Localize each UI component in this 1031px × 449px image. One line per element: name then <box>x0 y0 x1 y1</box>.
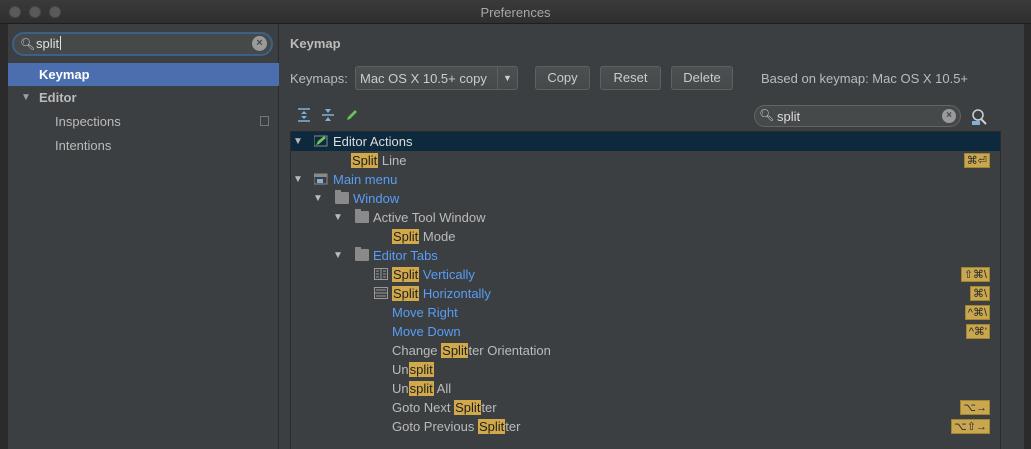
tree-row-label: Move Down <box>392 324 461 339</box>
clear-filter-icon[interactable]: × <box>942 109 956 123</box>
keymap-actions-tree[interactable]: ▼ Editor Actions Split Line ⌘⏎ ▼ Main me… <box>290 131 1001 449</box>
tree-row-label: Goto Previous Splitter <box>392 419 521 434</box>
search-icon: 🔍︎ <box>759 108 775 122</box>
tree-row-label: Editor Tabs <box>373 248 438 263</box>
keymap-select[interactable]: Mac OS X 10.5+ copy ▼ <box>355 66 518 90</box>
shortcut-badge: ⌥→ <box>960 400 990 415</box>
folder-icon <box>335 190 349 204</box>
tree-row-label: Main menu <box>333 172 398 187</box>
tree-row-label: Active Tool Window <box>373 210 486 225</box>
tree-row-change-splitter-orientation[interactable]: Change Splitter Orientation <box>291 341 1000 360</box>
split-vertically-icon <box>374 268 388 280</box>
tree-row-label: Move Right <box>392 305 458 320</box>
tree-row-label: Split Line <box>351 153 407 168</box>
tree-row-label: Unsplit All <box>392 381 452 396</box>
reset-button[interactable]: Reset <box>600 66 661 90</box>
search-icon: 🔍︎ <box>20 37 36 51</box>
tree-row-unsplit[interactable]: Unsplit <box>291 360 1000 379</box>
tree-row-label: Unsplit <box>392 362 434 377</box>
tree-row-split-line[interactable]: Split Line ⌘⏎ <box>291 151 1000 170</box>
tree-row-label: Goto Next Splitter <box>392 400 497 415</box>
tree-row-goto-next-splitter[interactable]: Goto Next Splitter ⌥→ <box>291 398 1000 417</box>
collapse-arrow-icon[interactable]: ▼ <box>333 246 343 265</box>
sidebar-item-keymap[interactable]: Keymap <box>8 63 279 86</box>
sidebar-item-label: Keymap <box>39 67 90 82</box>
collapse-arrow-icon[interactable]: ▼ <box>333 208 343 227</box>
menu-icon <box>314 173 328 185</box>
page-title: Keymap <box>290 36 341 51</box>
sidebar-item-inspections[interactable]: Inspections <box>8 110 279 133</box>
keymap-filter-input[interactable]: split <box>777 109 800 124</box>
settings-sidebar: 🔍︎ split × Keymap ▼ Editor Inspections I… <box>0 24 279 449</box>
tree-row-label: Window <box>353 191 400 206</box>
settings-search-field[interactable]: 🔍︎ split × <box>12 32 273 56</box>
edit-shortcut-icon[interactable] <box>344 107 360 123</box>
find-by-shortcut-icon[interactable] <box>970 108 988 126</box>
tree-row-active-tool-window[interactable]: ▼ Active Tool Window <box>291 208 1000 227</box>
sidebar-item-label: Inspections <box>55 114 121 129</box>
sidebar-item-label: Editor <box>39 90 77 105</box>
tree-row-label: Editor Actions <box>333 134 413 149</box>
tree-row-label: Split Horizontally <box>392 286 491 301</box>
tree-row-main-menu[interactable]: ▼ Main menu <box>291 170 1000 189</box>
shortcut-badge: ^⌘' <box>965 324 990 339</box>
based-on-label: Based on keymap: Mac OS X 10.5+ <box>761 71 969 86</box>
keymaps-label: Keymaps: <box>290 71 348 86</box>
window-edge <box>1024 24 1031 449</box>
shortcut-badge: ⌘⏎ <box>963 153 990 168</box>
collapse-arrow-icon[interactable]: ▼ <box>293 132 303 151</box>
sidebar-item-editor[interactable]: ▼ Editor <box>8 86 279 109</box>
tree-row-label: Change Splitter Orientation <box>392 343 551 358</box>
collapse-all-icon[interactable] <box>320 107 336 123</box>
tree-row-goto-previous-splitter[interactable]: Goto Previous Splitter ⌥⇧→ <box>291 417 1000 436</box>
shortcut-badge: ⇧⌘\ <box>960 267 990 282</box>
sidebar-item-label: Intentions <box>55 138 112 153</box>
tree-row-window[interactable]: ▼ Window <box>291 189 1000 208</box>
folder-icon <box>355 209 369 223</box>
tree-row-split-vertically[interactable]: Split Vertically ⇧⌘\ <box>291 265 1000 284</box>
expand-all-icon[interactable] <box>296 107 312 123</box>
tree-row-editor-actions[interactable]: ▼ Editor Actions <box>291 132 1000 151</box>
tree-row-split-horizontally[interactable]: Split Horizontally ⌘\ <box>291 284 1000 303</box>
shortcut-badge: ^⌘\ <box>964 305 990 320</box>
tree-row-editor-tabs[interactable]: ▼ Editor Tabs <box>291 246 1000 265</box>
window-titlebar: Preferences <box>0 0 1031 24</box>
tree-row-unsplit-all[interactable]: Unsplit All <box>291 379 1000 398</box>
window-edge <box>0 24 8 449</box>
sidebar-item-intentions[interactable]: Intentions <box>8 134 279 157</box>
chevron-down-icon[interactable]: ▼ <box>497 67 517 89</box>
tree-row-label: Split Mode <box>392 229 456 244</box>
expand-arrow-icon[interactable]: ▼ <box>21 86 31 109</box>
copy-button[interactable]: Copy <box>535 66 590 90</box>
collapse-arrow-icon[interactable]: ▼ <box>293 170 303 189</box>
project-settings-icon <box>260 116 269 126</box>
collapse-arrow-icon[interactable]: ▼ <box>313 189 323 208</box>
folder-icon <box>355 247 369 261</box>
editor-actions-icon <box>314 135 328 147</box>
keymap-panel: Keymap Keymaps: Mac OS X 10.5+ copy ▼ Co… <box>280 24 1031 449</box>
split-horizontally-icon <box>374 287 388 299</box>
delete-button[interactable]: Delete <box>671 66 733 90</box>
tree-row-label: Split Vertically <box>392 267 475 282</box>
tree-row-move-down[interactable]: Move Down ^⌘' <box>291 322 1000 341</box>
clear-search-icon[interactable]: × <box>252 36 267 51</box>
keymap-select-value: Mac OS X 10.5+ copy <box>360 71 487 86</box>
settings-search-input[interactable]: split <box>36 36 61 51</box>
shortcut-badge: ⌘\ <box>969 286 990 301</box>
keymap-filter-field[interactable]: 🔍︎ split × <box>754 105 961 127</box>
shortcut-badge: ⌥⇧→ <box>951 419 990 434</box>
window-title: Preferences <box>480 5 551 20</box>
tree-row-split-mode[interactable]: Split Mode <box>291 227 1000 246</box>
tree-row-move-right[interactable]: Move Right ^⌘\ <box>291 303 1000 322</box>
